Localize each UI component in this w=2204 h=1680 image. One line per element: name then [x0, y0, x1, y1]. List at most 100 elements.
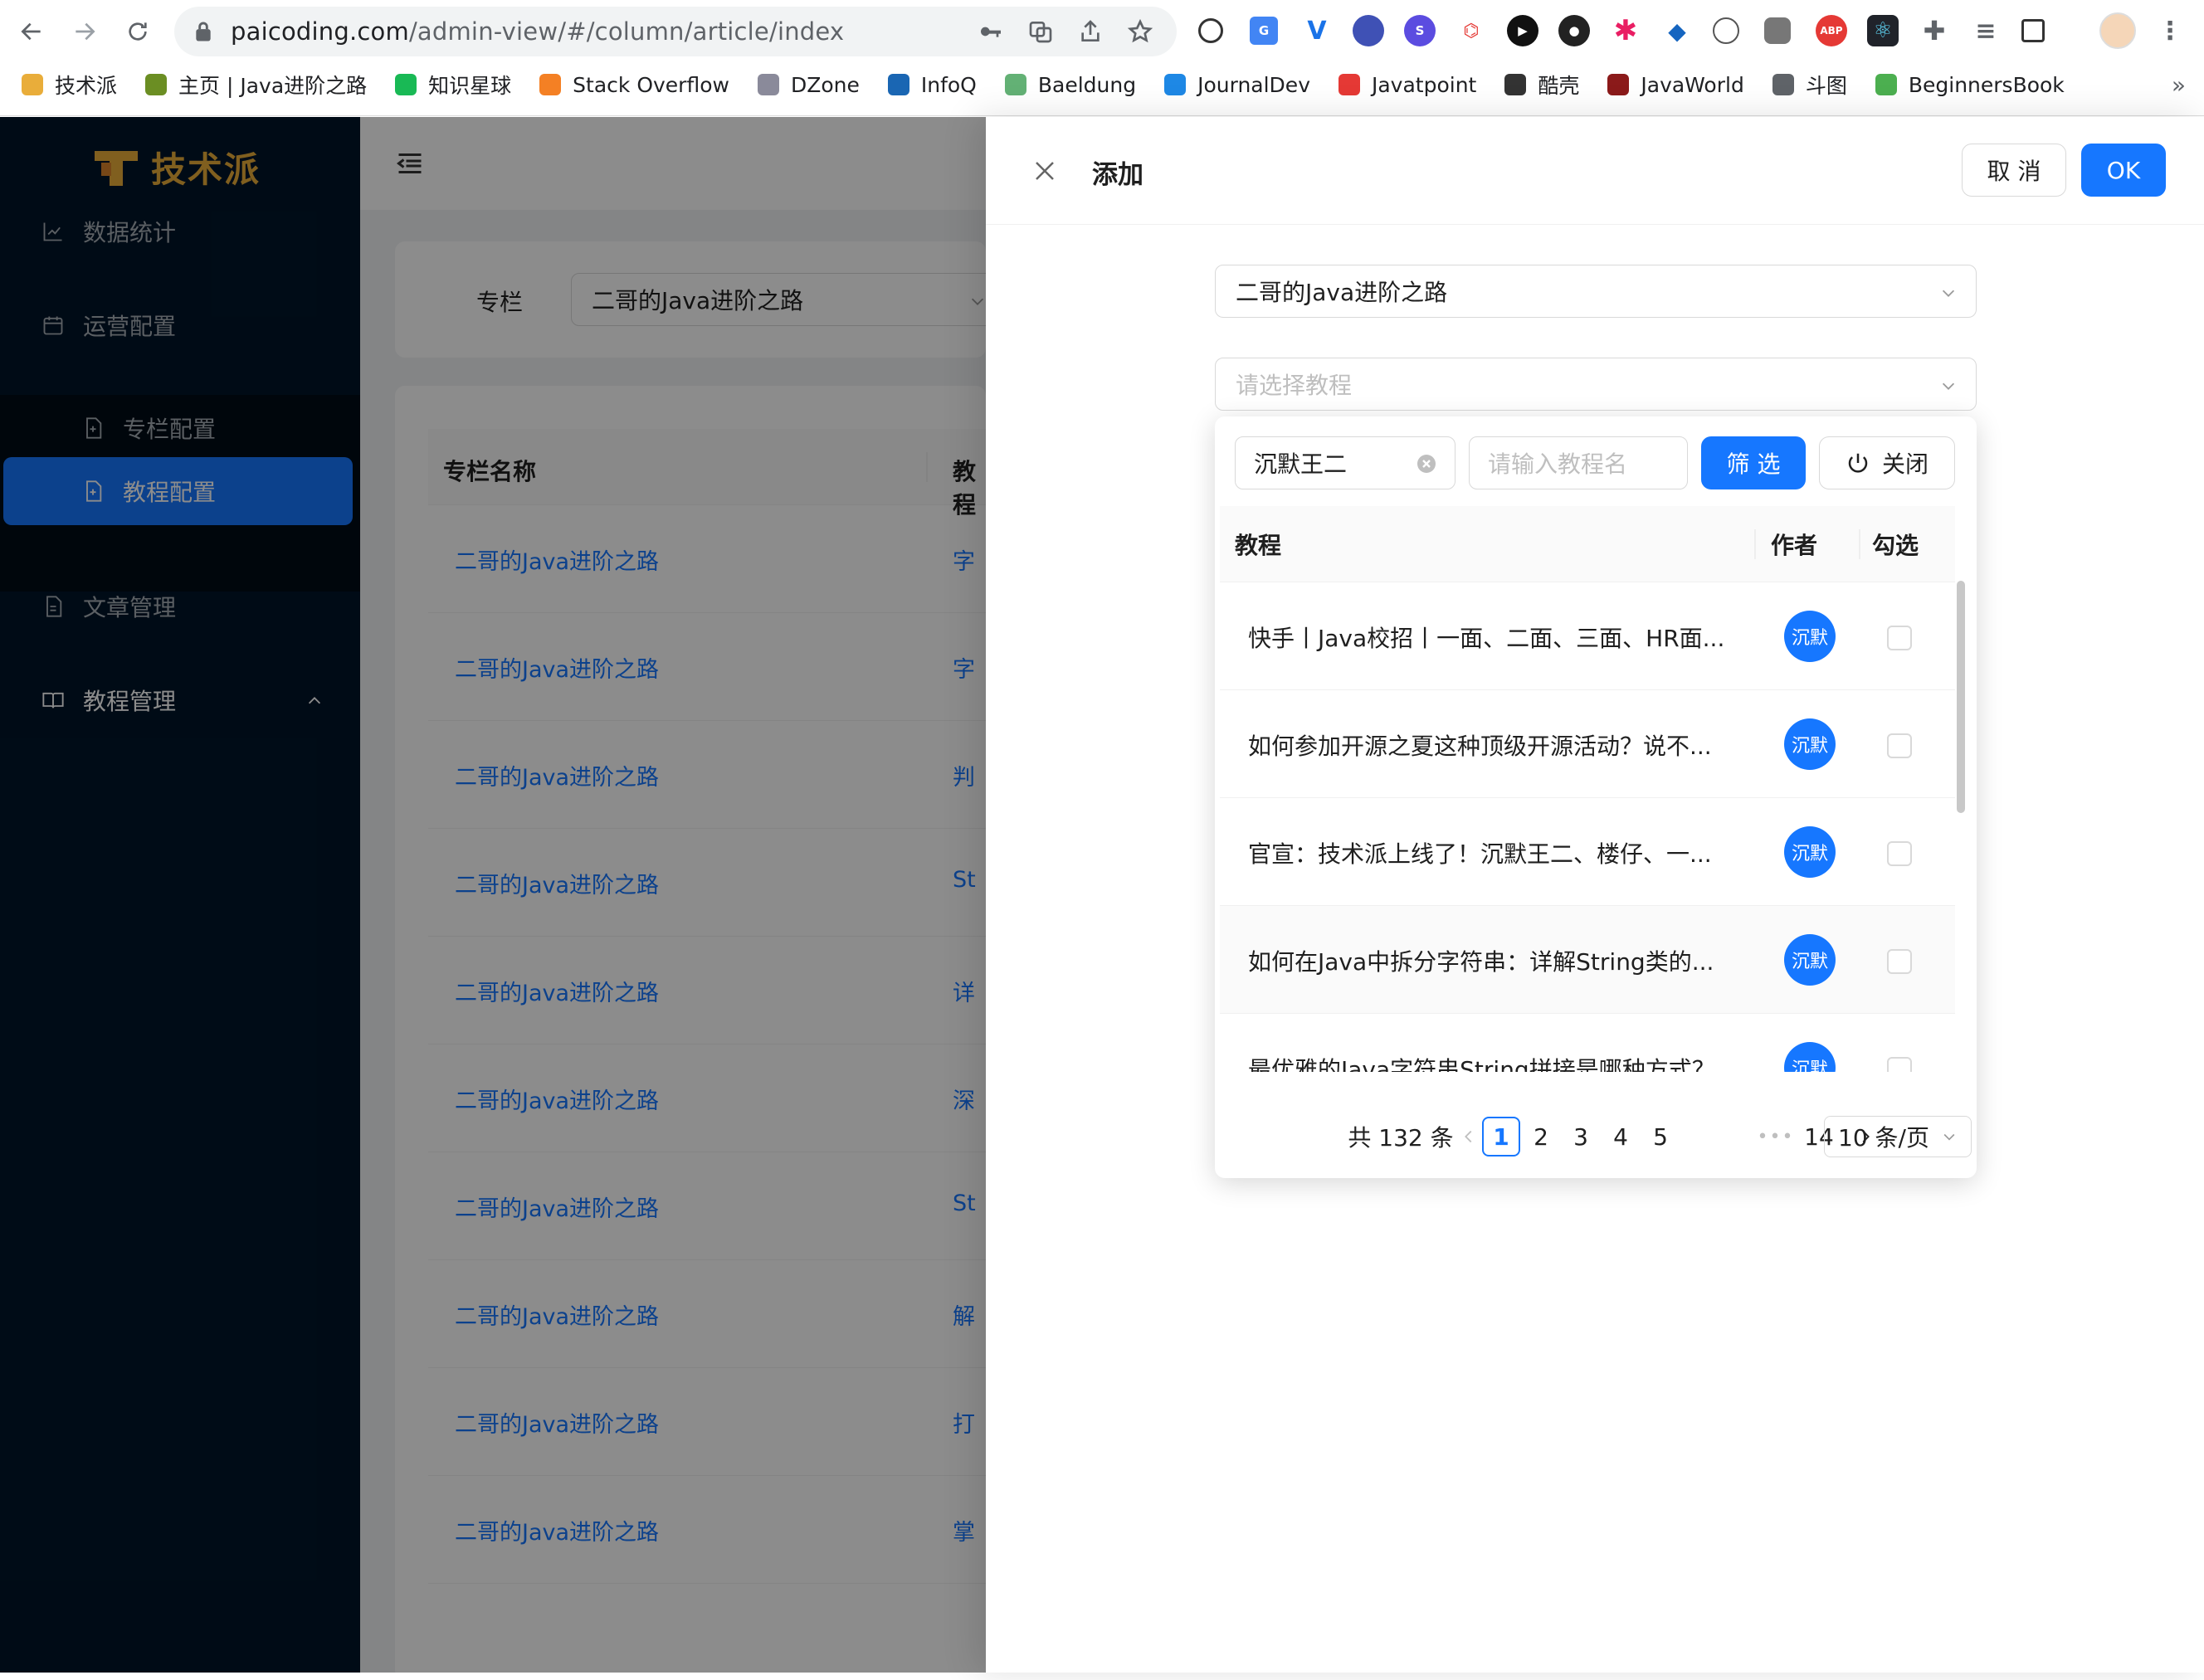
ext-asterisk-icon[interactable]: ✱	[1610, 14, 1641, 47]
paicoding-icon	[22, 74, 43, 95]
bookmark-item[interactable]: 知识星球	[395, 70, 511, 100]
bookmark-item[interactable]: Stack Overflow	[539, 70, 729, 100]
bookmark-item[interactable]: 技术派	[22, 70, 117, 100]
page-size-value: 10 条/页	[1838, 1124, 1929, 1152]
journaldev-icon	[1164, 74, 1187, 95]
bookmark-label: 主页 | Java进阶之路	[178, 74, 368, 98]
page-number[interactable]: 3	[1562, 1117, 1600, 1157]
author-avatar: 沉默	[1784, 1042, 1836, 1072]
profile-avatar[interactable]	[2099, 12, 2136, 49]
bookmark-item[interactable]: JavaWorld	[1607, 70, 1744, 100]
picker-row-title: 快手丨Java校招丨一面、二面、三面、HR面...	[1248, 625, 1725, 652]
ext-sync-icon[interactable]	[1198, 18, 1223, 43]
ext-translate-icon[interactable]: G	[1250, 17, 1278, 45]
picker-table-header	[1220, 506, 1955, 582]
page-number[interactable]: 1	[1482, 1117, 1520, 1157]
clear-icon[interactable]	[1417, 454, 1436, 474]
close-picker-button[interactable]: 关闭	[1819, 436, 1955, 489]
select-checkbox[interactable]	[1887, 733, 1912, 758]
picker-row[interactable]: 最优雅的Java字符串String拼接是哪种方式？ 沉默	[1220, 1014, 1955, 1072]
bookmark-item[interactable]: InfoQ	[887, 70, 977, 100]
author-avatar: 沉默	[1784, 934, 1836, 986]
zsxq-icon	[395, 74, 417, 95]
bookmark-item[interactable]: 主页 | Java进阶之路	[145, 70, 367, 100]
key-icon[interactable]	[978, 18, 1004, 45]
picker-table-body: 快手丨Java校招丨一面、二面、三面、HR面... 沉默 如何参加开源之夏这种顶级开…	[1215, 582, 1977, 1072]
ok-button[interactable]: OK	[2081, 144, 2166, 197]
javaworld-icon	[1607, 74, 1630, 95]
infoq-icon	[887, 74, 909, 95]
modal-mask[interactable]	[0, 117, 986, 1673]
media-control-icon[interactable]: ≡	[1970, 15, 2002, 46]
author-avatar: 沉默	[1784, 718, 1836, 770]
picker-row[interactable]: 如何参加开源之夏这种顶级开源活动？说不... 沉默	[1220, 690, 1955, 798]
stackoverflow-icon	[539, 74, 562, 95]
tutorial-name-input[interactable]: 请输入教程名	[1469, 436, 1688, 489]
ext-cap-icon[interactable]: ◆	[1661, 15, 1693, 46]
picker-row-title: 如何参加开源之夏这种顶级开源活动？说不...	[1248, 733, 1712, 760]
bookmark-label: JournalDev	[1197, 72, 1310, 97]
page-size-select[interactable]: 10 条/页	[1824, 1116, 1972, 1157]
ext-v-icon[interactable]: V	[1301, 15, 1333, 46]
close-picker-label: 关闭	[1881, 450, 1928, 478]
browser-menu-icon[interactable]: ⋮	[2154, 15, 2186, 46]
chevron-down-icon	[1943, 1133, 1955, 1141]
back-icon[interactable]	[12, 12, 51, 51]
folder-icon	[1772, 74, 1794, 95]
picker-row[interactable]: 快手丨Java校招丨一面、二面、三面、HR面... 沉默	[1220, 582, 1955, 690]
bookmark-item[interactable]: 斗图	[1772, 70, 1847, 100]
author-filter-input[interactable]: 沉默王二	[1235, 436, 1456, 489]
ext-react-icon[interactable]: ⚛	[1867, 15, 1899, 46]
ext-sitemap-icon[interactable]: ⌬	[1456, 15, 1487, 46]
star-icon[interactable]	[1127, 18, 1153, 45]
bookmark-item[interactable]: JournalDev	[1164, 70, 1310, 100]
forward-icon[interactable]	[65, 12, 105, 51]
select-checkbox[interactable]	[1887, 1057, 1912, 1072]
bookmark-item[interactable]: Javatpoint	[1338, 70, 1476, 100]
tutorial-select[interactable]: 请选择教程	[1215, 358, 1977, 411]
bookmark-item[interactable]: Baeldung	[1004, 70, 1137, 100]
filter-button[interactable]: 筛 选	[1701, 436, 1806, 489]
reload-icon[interactable]	[118, 12, 158, 51]
bookmark-item[interactable]: 酷壳	[1504, 70, 1579, 100]
ext-s-icon[interactable]: S	[1404, 15, 1436, 46]
ext-chat-icon[interactable]: ●	[1558, 15, 1590, 46]
select-checkbox[interactable]	[1887, 626, 1912, 650]
javatpoint-icon	[1338, 74, 1360, 95]
bookmark-label: Stack Overflow	[573, 72, 729, 97]
baeldung-icon	[1004, 74, 1026, 95]
page-number[interactable]: 4	[1602, 1117, 1640, 1157]
ext-openai-icon[interactable]	[1713, 17, 1739, 44]
pagination-ellipsis[interactable]: •••	[1758, 1117, 1793, 1157]
picker-row[interactable]: 官宣：技术派上线了！沉默王二、楼仔、一... 沉默	[1220, 798, 1955, 906]
prev-page-icon[interactable]	[1452, 1117, 1485, 1157]
bookmark-label: JavaWorld	[1641, 72, 1744, 97]
ext-abp-icon[interactable]: ABP	[1816, 15, 1847, 46]
bookmarks-bar: 技术派 主页 | Java进阶之路 知识星球 Stack Overflow DZone I…	[0, 66, 2204, 103]
page-number[interactable]: 5	[1641, 1117, 1680, 1157]
page-number[interactable]: 2	[1522, 1117, 1560, 1157]
close-icon[interactable]	[1032, 158, 1057, 183]
bookmark-label: BeginnersBook	[1908, 72, 2065, 97]
select-checkbox[interactable]	[1887, 949, 1912, 974]
col-author: 作者	[1771, 532, 1818, 559]
column-select-value: 二哥的Java进阶之路	[1236, 279, 1448, 306]
address-bar[interactable]: paicoding.com/admin-view/#/column/articl…	[174, 7, 1177, 56]
bookmark-item[interactable]: DZone	[757, 70, 860, 100]
ext-play-icon[interactable]: ▶	[1507, 15, 1538, 46]
bookmark-label: Baeldung	[1037, 72, 1137, 97]
share-icon[interactable]	[1077, 18, 1104, 45]
picker-scrollbar[interactable]	[1957, 581, 1965, 813]
bookmarks-overflow-icon[interactable]: »	[2172, 71, 2186, 99]
picker-row[interactable]: 如何在Java中拆分字符串：详解String类的... 沉默	[1220, 906, 1955, 1014]
column-select[interactable]: 二哥的Java进阶之路	[1215, 265, 1977, 318]
select-checkbox[interactable]	[1887, 841, 1912, 866]
side-panel-icon[interactable]	[2021, 19, 2045, 42]
extensions-puzzle-icon[interactable]: ✚	[1919, 15, 1950, 46]
translate-icon[interactable]	[1027, 18, 1054, 45]
col-check: 勾选	[1872, 532, 1919, 559]
cancel-button[interactable]: 取 消	[1962, 144, 2066, 197]
bookmark-item[interactable]: BeginnersBook	[1875, 70, 2065, 100]
ext-firefox-icon[interactable]	[1353, 15, 1384, 46]
ext-game-icon[interactable]	[1764, 17, 1791, 44]
